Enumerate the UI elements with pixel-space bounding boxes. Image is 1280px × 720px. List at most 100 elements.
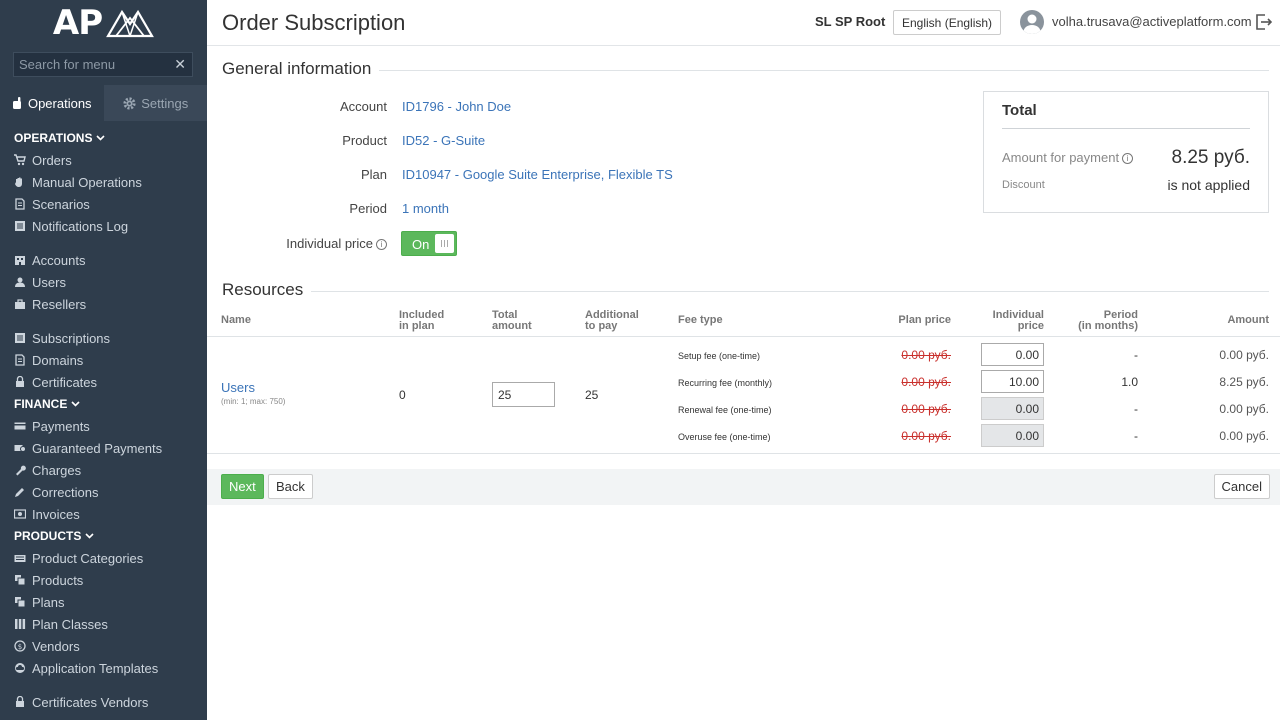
sidebar-item-notifications-log[interactable]: Notifications Log [0,215,207,237]
fee-type-overuse: Overuse fee (one-time) [678,432,771,442]
logout-icon[interactable] [1255,13,1273,31]
plan-price-recurring: 0.00 руб. [901,375,951,389]
tab-operations[interactable]: Operations [0,85,104,121]
sidebar-item-resellers[interactable]: Resellers [0,293,207,315]
period-label: Period [349,201,387,216]
period-link[interactable]: 1 month [402,201,449,216]
operations-icon [12,97,21,109]
sidebar-item-payments[interactable]: Payments [0,415,207,437]
resources-title: Resources [222,280,304,299]
sidebar-item-plan-classes[interactable]: Plan Classes [0,613,207,635]
resource-limits: (min: 1; max: 750) [221,397,286,406]
sidebar-item-vendors[interactable]: $ Vendors [0,635,207,657]
sidebar-item-application-templates[interactable]: Application Templates [0,657,207,679]
sidebar-item-corrections[interactable]: Corrections [0,481,207,503]
sidebar-item-label: Vendors [32,638,80,654]
account-label: Account [340,99,387,114]
section-operations-label: OPERATIONS [14,131,93,145]
sidebar-item-label: Accounts [32,252,86,268]
sidebar-item-label: Application Templates [32,660,159,676]
avatar[interactable] [1020,10,1044,34]
sidebar-item-subscriptions[interactable]: Subscriptions [0,327,207,349]
language-button[interactable]: English (English) [893,10,1002,35]
logo[interactable]: AP [0,0,207,46]
back-button[interactable]: Back [268,474,313,499]
logo-icon [106,9,155,38]
sidebar-item-products[interactable]: Products [0,569,207,591]
sidebar-item-manual-operations[interactable]: Manual Operations [0,171,207,193]
user-email[interactable]: volha.trusava@activeplatform.com [1052,14,1252,29]
col-total-line2: amount [492,320,532,332]
general-information-title: General information [222,59,372,78]
category-icon [14,552,26,564]
plan-price-renewal: 0.00 руб. [901,402,951,416]
table-divider [207,453,1280,454]
period-setup: - [1134,348,1138,362]
section-operations[interactable]: OPERATIONS [0,127,207,149]
section-products[interactable]: PRODUCTS [0,525,207,547]
individual-price-recurring-input[interactable] [981,370,1044,393]
sidebar-item-certificates[interactable]: Certificates [0,371,207,393]
pencil-icon [14,486,26,498]
section-finance[interactable]: FINANCE [0,393,207,415]
hand-icon [14,176,26,188]
product-link[interactable]: ID52 - G-Suite [402,133,485,148]
amount-for-payment-label: Amount for payment i [1002,150,1134,165]
included-in-plan-value: 0 [399,388,406,402]
gear-icon [123,96,136,110]
individual-price-toggle[interactable]: On [401,231,457,256]
sidebar-item-plans[interactable]: Plans [0,591,207,613]
cancel-button[interactable]: Cancel [1213,474,1270,499]
general-information-header: General information [222,59,1269,79]
col-amount: Amount [1227,314,1269,326]
plan-label: Plan [360,167,387,182]
sidebar-item-label: Product Categories [32,550,144,566]
cart-icon [14,154,26,166]
chevron-down-icon [85,533,94,539]
info-icon[interactable]: i [376,239,387,250]
next-button[interactable]: Next [221,474,264,499]
clear-icon[interactable]: ✕ [174,56,186,72]
invoice-icon [14,508,26,520]
user-icon [14,276,26,288]
action-bar: Next Back Cancel [207,469,1280,505]
sidebar-item-product-categories[interactable]: Product Categories [0,547,207,569]
sidebar-item-label: Manual Operations [32,174,142,190]
amount-renewal: 0.00 руб. [1219,402,1269,416]
col-total-amount: Total amount [492,310,532,332]
account-link[interactable]: ID1796 - John Doe [402,99,511,114]
menu-search-input[interactable] [13,52,193,77]
sidebar-item-guaranteed-payments[interactable]: Guaranteed Payments [0,437,207,459]
root-label: SL SP Root [815,14,886,29]
chevron-down-icon [71,401,80,407]
sidebar-item-label: Certificates Vendors [32,694,149,710]
sidebar-item-orders[interactable]: Orders [0,149,207,171]
document-icon [14,354,26,366]
sidebar-item-scenarios[interactable]: Scenarios [0,193,207,215]
sidebar-item-users[interactable]: Users [0,271,207,293]
fee-type-setup: Setup fee (one-time) [678,351,761,361]
amount-label-text: Amount for payment [1002,150,1120,165]
col-plan-price: Plan price [898,314,951,326]
sidebar-item-accounts[interactable]: Accounts [0,249,207,271]
sidebar-item-invoices[interactable]: Invoices [0,503,207,525]
amount-overuse: 0.00 руб. [1219,429,1269,443]
tab-settings[interactable]: Settings [103,85,207,121]
toggle-knob [435,234,454,253]
lock-icon [14,696,26,708]
col-fee-type: Fee type [678,314,723,326]
period-renewal: - [1134,402,1138,416]
tab-operations-label: Operations [27,95,92,111]
sidebar-item-charges[interactable]: Charges [0,459,207,481]
sidebar-item-domains[interactable]: Domains [0,349,207,371]
resource-users-link[interactable]: Users [221,380,255,395]
col-additional: Additional to pay [585,310,639,332]
individual-price-setup-input[interactable] [981,343,1044,366]
sidebar-item-label: Subscriptions [32,330,111,346]
total-amount-input[interactable] [492,382,555,407]
plan-link[interactable]: ID10947 - Google Suite Enterprise, Flexi… [402,167,673,182]
briefcase-icon [14,298,26,310]
info-icon[interactable]: i [1122,153,1134,164]
sidebar-item-certificates-vendors[interactable]: Certificates Vendors [0,691,207,713]
